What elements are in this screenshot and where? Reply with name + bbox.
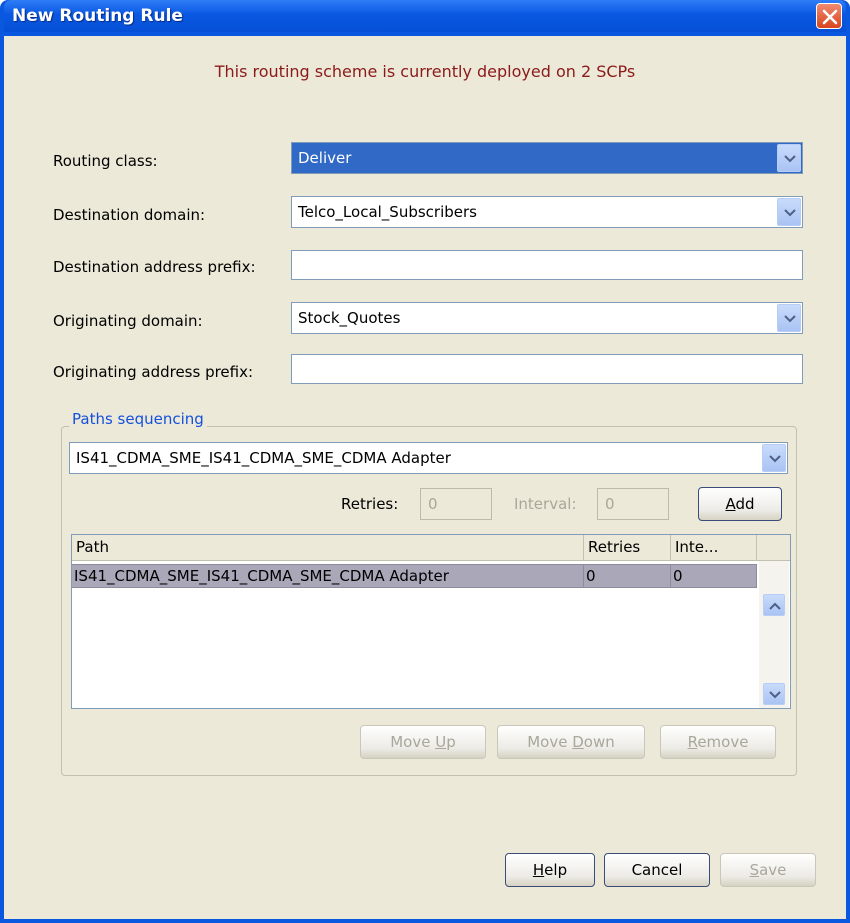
chevron-down-icon [784,315,796,323]
originating-domain-dropdown-button[interactable] [777,304,801,332]
remove-mnemonic: R [687,733,698,751]
originating-address-prefix-label: Originating address prefix: [53,363,254,381]
interval-cell: 0 [671,565,757,587]
path-select[interactable]: IS41_CDMA_SME_IS41_CDMA_SME_CDMA Adapter [69,442,788,474]
destination-domain-select[interactable]: Telco_Local_Subscribers [291,196,803,228]
destination-domain-label: Destination domain: [53,206,206,224]
dialog-window: New Routing Rule This routing scheme is … [0,0,850,923]
help-mnemonic: H [532,861,545,879]
help-button[interactable]: Help [505,853,595,887]
vertical-scrollbar[interactable] [759,561,789,708]
originating-address-prefix-input[interactable] [291,354,803,384]
move-up-mnemonic: U [435,733,447,751]
retries-cell: 0 [584,565,671,587]
chevron-down-icon [769,691,781,699]
scroll-down-button[interactable] [763,683,785,705]
window-title: New Routing Rule [12,6,183,26]
routing-class-label: Routing class: [53,152,158,170]
column-header-path[interactable]: Path [72,535,584,561]
save-mnemonic: S [749,861,760,879]
move-down-mnemonic: D [572,733,584,751]
close-icon [822,9,838,25]
retries-value: 0 [428,495,438,513]
deployment-notice: This routing scheme is currently deploye… [214,62,636,81]
routing-class-select[interactable]: Deliver [291,142,803,174]
column-header-interval[interactable]: Inte... [671,535,757,561]
paths-sequencing-legend: Paths sequencing [69,410,207,428]
move-down-pre: Move [527,733,573,751]
paths-table-header: Path Retries Inte... [72,535,790,561]
move-up-button[interactable]: Move Up [360,725,486,759]
close-button[interactable] [816,3,842,29]
chevron-down-icon [769,455,781,463]
paths-table[interactable]: Path Retries Inte... IS41_CDMA_SME_IS41_… [71,534,791,709]
retries-label: Retries: [341,495,399,513]
destination-domain-dropdown-button[interactable] [777,198,801,226]
move-down-button[interactable]: Move Down [497,725,645,759]
dialog-body: This routing scheme is currently deploye… [4,36,846,919]
chevron-up-icon [769,602,781,610]
add-button-mnemonic: A [725,495,736,513]
chevron-down-icon [784,209,796,217]
move-down-post: own [583,733,615,751]
table-row[interactable]: IS41_CDMA_SME_IS41_CDMA_SME_CDMA Adapter… [72,564,757,588]
title-bar[interactable]: New Routing Rule [4,0,846,32]
originating-domain-label: Originating domain: [53,312,203,330]
add-button[interactable]: Add [698,487,782,521]
cancel-button[interactable]: Cancel [604,853,710,887]
save-button[interactable]: Save [720,853,816,887]
remove-post: emove [697,733,749,751]
originating-domain-select[interactable]: Stock_Quotes [291,302,803,334]
remove-button[interactable]: Remove [660,725,776,759]
routing-class-value: Deliver [298,149,352,167]
retries-input[interactable]: 0 [420,488,492,520]
move-up-post: p [446,733,456,751]
originating-domain-value: Stock_Quotes [298,309,401,327]
interval-input[interactable]: 0 [597,488,669,520]
path-cell: IS41_CDMA_SME_IS41_CDMA_SME_CDMA Adapter [72,565,584,587]
destination-domain-value: Telco_Local_Subscribers [298,203,477,221]
move-up-pre: Move [390,733,436,751]
add-button-post: dd [735,495,755,513]
routing-class-dropdown-button[interactable] [777,144,801,172]
destination-address-prefix-input[interactable] [291,250,803,280]
scroll-up-button[interactable] [763,594,785,616]
save-post: ave [759,861,787,879]
interval-value: 0 [605,495,615,513]
column-header-retries[interactable]: Retries [584,535,671,561]
destination-address-prefix-label: Destination address prefix: [53,258,256,276]
help-post: elp [544,861,568,879]
interval-label: Interval: [514,495,577,513]
path-select-value: IS41_CDMA_SME_IS41_CDMA_SME_CDMA Adapter [76,449,451,467]
path-dropdown-button[interactable] [762,444,786,472]
chevron-down-icon [784,155,796,163]
